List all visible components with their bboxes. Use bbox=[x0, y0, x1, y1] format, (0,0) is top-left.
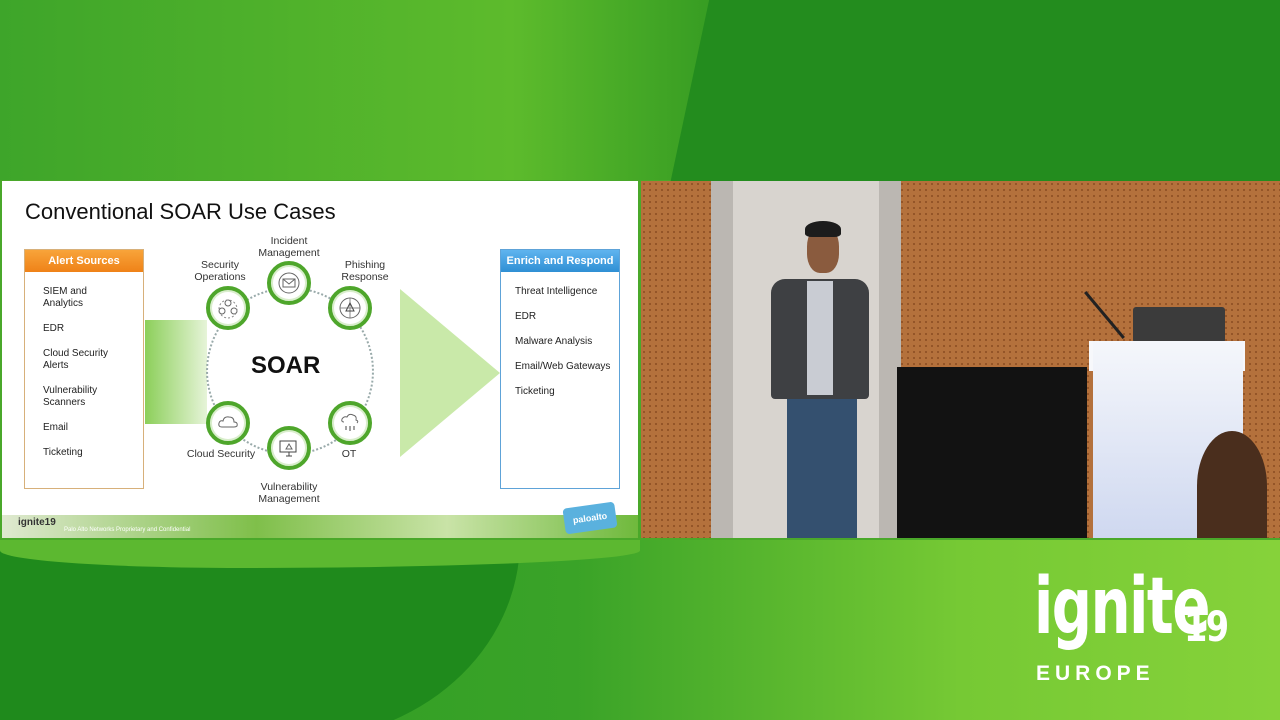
vulnerability-management-label: Vulnerability Management bbox=[258, 481, 320, 505]
ot-label: OT bbox=[341, 448, 357, 460]
slide-logo: ignite19 bbox=[18, 517, 56, 528]
soar-label: SOAR bbox=[251, 352, 321, 379]
list-item: Ticketing bbox=[43, 447, 83, 458]
list-item: Cloud Security Alerts bbox=[43, 348, 109, 371]
door-frame bbox=[711, 181, 733, 538]
stage-table bbox=[897, 367, 1087, 538]
laptop bbox=[1133, 307, 1225, 343]
audience-member bbox=[1197, 431, 1267, 538]
list-item: Email bbox=[43, 422, 69, 433]
security-operations-node bbox=[206, 286, 250, 330]
alert-sources-list: SIEM and Analytics EDR Cloud Security Al… bbox=[25, 272, 143, 459]
phishing-response-node bbox=[328, 286, 372, 330]
list-item: Threat Intelligence bbox=[515, 286, 598, 297]
security-operations-label: Security Operations bbox=[194, 259, 246, 283]
hub-icon bbox=[339, 297, 361, 319]
event-logo: ignite 19 EUROPE bbox=[1034, 562, 1277, 685]
list-item: Ticketing bbox=[515, 386, 555, 397]
list-item: Vulnerability Scanners bbox=[43, 385, 98, 408]
enrich-respond-list: Threat Intelligence EDR Malware Analysis… bbox=[501, 272, 619, 398]
phishing-response-label: Phishing Response bbox=[341, 259, 389, 283]
alert-sources-box: Alert Sources SIEM and Analytics EDR Clo… bbox=[24, 249, 144, 489]
enrich-respond-box: Enrich and Respond Threat Intelligence E… bbox=[500, 249, 620, 489]
list-item: EDR bbox=[515, 311, 537, 322]
presentation-slide: Conventional SOAR Use Cases Alert Source… bbox=[2, 181, 638, 538]
list-item: SIEM and Analytics bbox=[43, 286, 87, 309]
incident-management-node bbox=[267, 261, 311, 305]
server-icon bbox=[341, 413, 359, 431]
speaker-shirt bbox=[807, 281, 833, 395]
output-arrow bbox=[400, 289, 500, 457]
people-icon bbox=[218, 299, 238, 319]
event-logo-word: ignite bbox=[1034, 562, 1210, 652]
incident-management-label: Incident Management bbox=[258, 235, 320, 259]
slide-title: Conventional SOAR Use Cases bbox=[25, 199, 336, 224]
envelope-icon bbox=[278, 272, 300, 294]
footer-text: Palo Alto Networks Proprietary and Confi… bbox=[64, 527, 191, 533]
enrich-respond-header: Enrich and Respond bbox=[501, 250, 619, 272]
list-item: Email/Web Gateways bbox=[515, 361, 611, 372]
cloud-security-node bbox=[206, 401, 250, 445]
event-logo-region: EUROPE bbox=[1036, 662, 1155, 685]
monitor-icon bbox=[279, 440, 297, 457]
speaker-legs bbox=[787, 397, 857, 538]
top-wedge bbox=[668, 0, 1280, 190]
slide-footer: Palo Alto Networks Proprietary and Confi… bbox=[2, 515, 638, 538]
input-arrow bbox=[145, 320, 207, 424]
alert-sources-header: Alert Sources bbox=[25, 250, 143, 272]
cloud-icon bbox=[218, 416, 238, 428]
event-logo-year: 19 bbox=[1184, 602, 1229, 651]
ot-node bbox=[328, 401, 372, 445]
list-item: EDR bbox=[43, 323, 65, 334]
speaker-hair bbox=[805, 221, 841, 237]
speaker-video bbox=[641, 181, 1280, 538]
cloud-security-label: Cloud Security bbox=[186, 448, 256, 460]
list-item: Malware Analysis bbox=[515, 336, 593, 347]
